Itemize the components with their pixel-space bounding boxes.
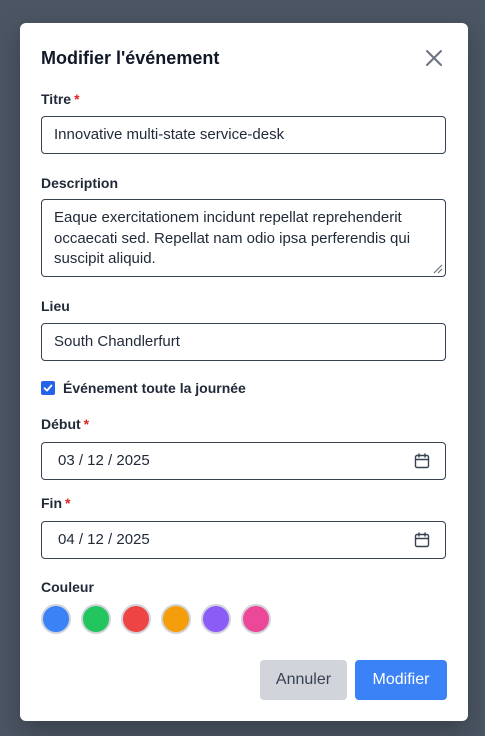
modal-title: Modifier l'événement [41, 48, 220, 68]
required-mark: * [65, 495, 71, 511]
end-label-text: Fin [41, 495, 62, 511]
color-swatches [41, 604, 271, 634]
description-textarea-value: Eaque exercitationem incidunt repellat r… [54, 209, 411, 267]
calendar-icon[interactable] [414, 532, 430, 548]
end-date-input[interactable]: 04 / 12 / 2025 [41, 521, 446, 559]
description-label: Description [41, 175, 119, 191]
cancel-button[interactable]: Annuler [260, 660, 347, 700]
color-swatch-orange[interactable] [161, 604, 191, 634]
edit-event-modal: Modifier l'événement Titre * Innovative m… [20, 23, 468, 721]
title-input-value: Innovative multi-state service-desk [54, 126, 285, 143]
color-swatch-blue[interactable] [41, 604, 71, 634]
required-mark: * [74, 91, 80, 107]
check-icon [43, 384, 53, 392]
color-swatch-red[interactable] [121, 604, 151, 634]
color-swatch-green[interactable] [81, 604, 111, 634]
save-button[interactable]: Modifier [355, 660, 447, 700]
start-date-value: 03 / 12 / 2025 [58, 452, 150, 469]
title-label: Titre * [41, 91, 80, 107]
color-swatch-purple[interactable] [201, 604, 231, 634]
required-mark: * [83, 416, 90, 432]
description-textarea[interactable]: Eaque exercitationem incidunt repellat r… [41, 199, 446, 277]
title-label-text: Titre [41, 91, 72, 107]
close-icon[interactable] [424, 48, 444, 68]
all-day-row: Événement toute la journée [41, 380, 246, 396]
color-swatch-pink[interactable] [241, 604, 271, 634]
all-day-checkbox[interactable] [41, 381, 55, 395]
location-label: Lieu [41, 298, 70, 314]
title-input[interactable]: Innovative multi-state service-desk [41, 116, 446, 154]
calendar-icon[interactable] [414, 453, 430, 469]
start-label: Début * [41, 416, 89, 432]
resize-handle-icon[interactable] [431, 262, 443, 274]
start-date-input[interactable]: 03 / 12 / 2025 [41, 442, 446, 480]
location-input[interactable]: South Chandlerfurt [41, 323, 446, 361]
end-label: Fin * [41, 495, 70, 511]
color-label: Couleur [41, 579, 94, 595]
start-label-text: Début [41, 416, 81, 432]
all-day-label: Événement toute la journée [63, 380, 246, 396]
location-input-value: South Chandlerfurt [54, 333, 180, 350]
end-date-value: 04 / 12 / 2025 [58, 531, 150, 548]
